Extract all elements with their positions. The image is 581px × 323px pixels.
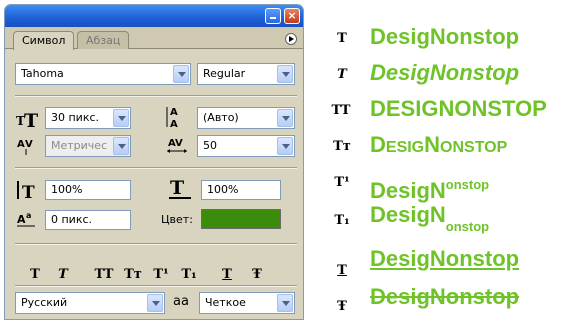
example-subscript-text: DesigNonstop — [370, 200, 489, 242]
small-caps-style-icon: Tт — [333, 139, 351, 154]
svg-text:T: T — [170, 177, 184, 199]
tab-paragraph[interactable]: Абзац — [77, 31, 130, 49]
divider — [15, 167, 297, 169]
example-underline-text: DesigNonstop — [370, 246, 520, 271]
subscript-base: DesigN — [370, 202, 446, 227]
baseline-shift-field[interactable]: 0 пикс. — [45, 210, 131, 230]
all-caps-style-icon: TT — [331, 103, 351, 118]
antialias-value: Четкое — [205, 296, 246, 309]
small-caps-part: ESIG — [385, 139, 425, 156]
tab-character[interactable]: Символ — [13, 31, 75, 50]
leading-value: (Авто) — [203, 111, 239, 124]
svg-text:AV: AV — [168, 138, 183, 149]
font-size-icon: T T — [15, 107, 39, 132]
bold-style-icon: T — [337, 31, 347, 46]
strikethrough-style-icon: Ŧ — [337, 299, 347, 314]
svg-text:V: V — [25, 139, 33, 150]
faux-italic-button[interactable]: T — [51, 266, 75, 284]
baseline-shift-icon: A a — [15, 209, 39, 229]
svg-text:A: A — [170, 119, 178, 129]
superscript-script: onstop — [445, 177, 490, 192]
horizontal-scale-icon: T — [167, 177, 193, 201]
font-size-value: 30 пикс. — [51, 111, 100, 124]
tracking-icon: AV — [165, 135, 189, 157]
svg-text:A: A — [17, 139, 25, 150]
divider — [15, 95, 297, 97]
subscript-style-icon: T₁ — [334, 213, 350, 228]
strikethrough-button[interactable]: Ŧ — [245, 266, 269, 284]
vertical-scale-field[interactable]: 100% — [45, 180, 131, 200]
chevron-down-icon[interactable] — [113, 137, 129, 155]
color-label: Цвет: — [161, 213, 193, 226]
italic-style-icon: T — [337, 67, 347, 82]
underline-button[interactable]: T — [215, 266, 239, 284]
character-panel: × Символ Абзац Tahoma Regular T T 30 пик… — [4, 4, 304, 320]
leading-select[interactable]: (Авто) — [197, 107, 295, 129]
underline-style-icon: T — [337, 263, 347, 278]
svg-text:A: A — [170, 107, 178, 118]
all-caps-button[interactable]: TT — [89, 266, 119, 284]
svg-text:a: a — [26, 211, 31, 220]
superscript-button[interactable]: T¹ — [149, 266, 173, 284]
close-button[interactable]: × — [284, 8, 300, 24]
panel-title-bar[interactable]: × — [5, 5, 303, 27]
example-all-caps-text: DESIGNONSTOP — [370, 96, 547, 121]
small-caps-part: N — [424, 132, 441, 157]
language-value: Русский — [21, 296, 68, 309]
faux-bold-button[interactable]: T — [23, 266, 47, 284]
antialias-select[interactable]: Четкое — [199, 292, 295, 314]
divider — [15, 285, 297, 287]
panel-tab-strip: Символ Абзац — [5, 27, 303, 50]
kerning-value: Метричес — [51, 139, 108, 152]
example-strikethrough-text: DesigNonstop — [370, 284, 520, 309]
divider — [15, 243, 297, 245]
font-family-value: Tahoma — [21, 67, 64, 80]
font-size-select[interactable]: 30 пикс. — [45, 107, 131, 129]
font-style-value: Regular — [203, 67, 246, 80]
svg-text:T: T — [24, 110, 38, 129]
chevron-down-icon[interactable] — [173, 65, 189, 83]
color-swatch[interactable] — [201, 209, 281, 229]
example-bold-text: DesigNonstop — [370, 24, 520, 49]
language-select[interactable]: Русский — [15, 292, 165, 314]
example-italic-text: DesigNonstop — [370, 60, 520, 85]
chevron-down-icon[interactable] — [113, 109, 129, 127]
vertical-scale-icon: T — [15, 179, 39, 203]
kerning-icon: A V — [15, 135, 39, 157]
chevron-down-icon[interactable] — [147, 294, 163, 312]
font-family-select[interactable]: Tahoma — [15, 63, 191, 85]
superscript-style-icon: T¹ — [334, 175, 350, 190]
tracking-value: 50 — [203, 139, 217, 152]
panel-menu-button[interactable] — [285, 33, 297, 45]
horizontal-scale-field[interactable]: 100% — [201, 180, 281, 200]
example-small-caps-text: DESIGNONSTOP — [370, 130, 507, 163]
minimize-button[interactable] — [265, 8, 281, 24]
leading-icon: A A — [165, 105, 189, 130]
svg-text:T: T — [22, 183, 35, 201]
svg-text:A: A — [17, 213, 26, 226]
chevron-down-icon[interactable] — [277, 65, 293, 83]
minimize-icon — [270, 17, 276, 19]
subscript-script: onstop — [445, 219, 490, 234]
play-arrow-icon — [289, 36, 294, 42]
chevron-down-icon[interactable] — [277, 109, 293, 127]
antialias-icon: aa — [173, 294, 189, 309]
chevron-down-icon[interactable] — [277, 137, 293, 155]
small-caps-button[interactable]: Tт — [121, 266, 145, 284]
kerning-select[interactable]: Метричес — [45, 135, 131, 157]
tracking-select[interactable]: 50 — [197, 135, 295, 157]
chevron-down-icon[interactable] — [277, 294, 293, 312]
small-caps-part: ONSTOP — [440, 139, 508, 156]
subscript-button[interactable]: T₁ — [177, 266, 201, 284]
small-caps-part: D — [370, 132, 386, 157]
font-style-select[interactable]: Regular — [197, 63, 295, 85]
